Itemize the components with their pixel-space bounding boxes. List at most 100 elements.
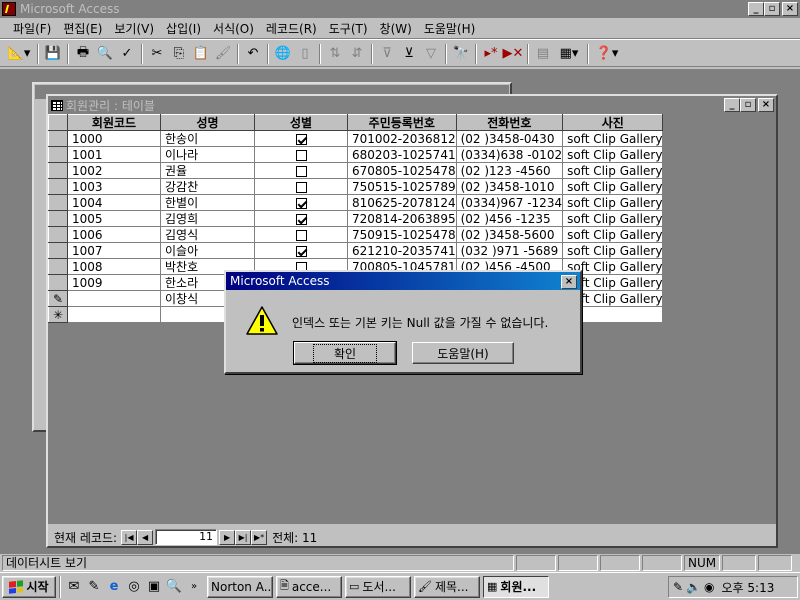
phone-cell[interactable]: (0334)638 -0102 (455, 146, 564, 163)
column-header-gender[interactable]: 성별 (254, 114, 348, 131)
row-selector[interactable] (48, 210, 68, 227)
minimize-button[interactable]: _ (748, 2, 764, 16)
task-untitled[interactable]: 🖌 제목... (414, 575, 480, 598)
start-button[interactable]: 시작 (2, 575, 56, 598)
code-cell[interactable]: 1009 (67, 274, 161, 291)
format-painter-icon[interactable]: 🖌 (212, 43, 234, 65)
new-record-icon[interactable]: ▸* (480, 43, 502, 65)
gender-cell[interactable] (254, 210, 348, 227)
row-selector[interactable] (48, 258, 68, 275)
save-icon[interactable]: 💾 (42, 43, 64, 65)
column-header-code[interactable]: 회원코드 (67, 114, 161, 131)
photo-cell[interactable]: soft Clip Gallery (562, 226, 664, 243)
menu-window[interactable]: 창(W) (375, 20, 417, 37)
menu-records[interactable]: 레코드(R) (261, 20, 322, 37)
phone-cell[interactable]: (032 )971 -5689 (455, 242, 564, 259)
row-selector[interactable] (48, 274, 68, 291)
filter-by-selection-icon[interactable]: ⊽ (376, 43, 398, 65)
clock[interactable]: 오후 5:13 (722, 579, 775, 596)
insert-hyperlink-icon[interactable]: 🌐 (272, 43, 294, 65)
row-selector[interactable] (48, 162, 68, 179)
find-icon[interactable]: 🔭 (450, 43, 472, 65)
tray-pen-icon[interactable]: ✎ (673, 580, 683, 594)
column-header-jumin[interactable]: 주민등록번호 (347, 114, 457, 131)
jumin-cell[interactable]: 750915-1025478 (347, 226, 457, 243)
gender-checkbox[interactable] (295, 197, 307, 209)
code-cell[interactable]: 1005 (67, 210, 161, 227)
tray-clock-icon[interactable]: ◉ (704, 580, 714, 594)
quicklaunch-ie-icon[interactable]: e (104, 577, 124, 597)
phone-cell[interactable]: (0334)967 -1234 (455, 194, 564, 211)
previous-record-button[interactable]: ◀ (137, 529, 154, 545)
cut-icon[interactable]: ✂ (146, 43, 168, 65)
table-icon[interactable] (51, 99, 63, 111)
code-cell[interactable]: 1001 (67, 146, 161, 163)
jumin-cell[interactable]: 670805-1025478 (347, 162, 457, 179)
access-app-icon[interactable] (2, 2, 16, 16)
table-row[interactable]: 1006 김영식 750915-1025478 (02 )3458-5600 soft … (48, 226, 664, 243)
new-record-nav-button[interactable]: ▶* (251, 529, 268, 545)
name-cell[interactable]: 이슬아 (160, 242, 255, 259)
phone-cell[interactable]: (02 )3458-5600 (455, 226, 564, 243)
photo-cell[interactable]: soft Clip Gallery (562, 178, 664, 195)
sort-ascending-icon[interactable]: ⇅ (324, 43, 346, 65)
row-selector[interactable] (48, 226, 68, 243)
table-close-button[interactable]: × (758, 98, 774, 112)
table-row[interactable]: 1002 권율 670805-1025478 (02 )123 -4560 soft C… (48, 162, 664, 179)
gender-checkbox[interactable] (295, 213, 307, 225)
task-access-doc[interactable]: 🗎 acce... (276, 575, 342, 598)
jumin-cell[interactable]: 701002-2036812 (347, 130, 457, 147)
table-maximize-button[interactable]: ▫ (740, 98, 756, 112)
phone-cell[interactable]: (02 )3458-1010 (455, 178, 564, 195)
next-record-button[interactable]: ▶ (219, 529, 236, 545)
table-row[interactable]: 1004 한별이 810625-2078124 (0334)967 -1234 soft… (48, 194, 664, 211)
gender-cell[interactable] (254, 194, 348, 211)
photo-cell[interactable]: soft Clip Gallery (562, 130, 664, 147)
ok-button[interactable]: 확인 (293, 341, 397, 365)
table-row[interactable]: 1001 이나라 680203-1025741 (0334)638 -0102 soft… (48, 146, 664, 163)
name-cell[interactable]: 한별이 (160, 194, 255, 211)
dialog-title-bar[interactable]: Microsoft Access (226, 272, 580, 290)
photo-cell[interactable]: soft Clip Gallery (562, 162, 664, 179)
table-row[interactable]: 1003 강감찬 750515-1025789 (02 )3458-1010 soft … (48, 178, 664, 195)
task-books[interactable]: ▭ 도서... (345, 575, 411, 598)
new-object-icon[interactable]: ▦▾ (554, 43, 584, 65)
row-selector[interactable] (48, 130, 68, 147)
quicklaunch-desktop-icon[interactable]: ▣ (144, 577, 164, 597)
name-cell[interactable]: 한송이 (160, 130, 255, 147)
jumin-cell[interactable]: 621210-2035741 (347, 242, 457, 259)
dialog-close-button[interactable]: × (561, 275, 577, 289)
gender-checkbox[interactable] (295, 149, 307, 161)
row-selector-new-icon[interactable]: ✳ (48, 306, 68, 323)
apply-filter-icon[interactable]: ▽ (420, 43, 442, 65)
quicklaunch-tool-icon[interactable]: ✎ (84, 577, 104, 597)
name-cell[interactable]: 이나라 (160, 146, 255, 163)
table-row[interactable]: 1005 김영희 720814-2063895 (02 )456 -1235 soft … (48, 210, 664, 227)
spelling-icon[interactable]: ✓ (116, 43, 138, 65)
gender-cell[interactable] (254, 242, 348, 259)
maximize-button[interactable]: ▫ (764, 2, 780, 16)
jumin-cell[interactable]: 720814-2063895 (347, 210, 457, 227)
gender-cell[interactable] (254, 146, 348, 163)
phone-cell[interactable]: (02 )3458-0430 (455, 130, 564, 147)
task-members[interactable]: ▦ 회원... (483, 575, 549, 598)
photo-cell[interactable]: soft Clip Gallery (562, 242, 664, 259)
name-cell[interactable]: 김영식 (160, 226, 255, 243)
gender-cell[interactable] (254, 226, 348, 243)
photo-cell[interactable]: soft Clip Gallery (562, 210, 664, 227)
quicklaunch-outlook-icon[interactable]: ✉ (64, 577, 84, 597)
column-header-phone[interactable]: 전화번호 (455, 114, 564, 131)
table-row[interactable]: 1000 한송이 701002-2036812 (02 )3458-0430 soft … (48, 130, 664, 147)
code-cell[interactable] (67, 290, 161, 307)
photo-cell[interactable]: soft Clip Gallery (562, 146, 664, 163)
design-view-icon[interactable]: 📐▾ (4, 43, 34, 65)
code-cell[interactable]: 1000 (67, 130, 161, 147)
menu-file[interactable]: 파일(F) (8, 20, 56, 37)
code-cell[interactable]: 1006 (67, 226, 161, 243)
menu-format[interactable]: 서식(O) (208, 20, 259, 37)
table-window-title-bar[interactable]: 회원관리 : 테이블 _ ▫ × (48, 96, 776, 114)
jumin-cell[interactable]: 810625-2078124 (347, 194, 457, 211)
volume-icon[interactable]: 🔈 (686, 580, 701, 594)
row-selector[interactable] (48, 242, 68, 259)
code-cell[interactable]: 1002 (67, 162, 161, 179)
